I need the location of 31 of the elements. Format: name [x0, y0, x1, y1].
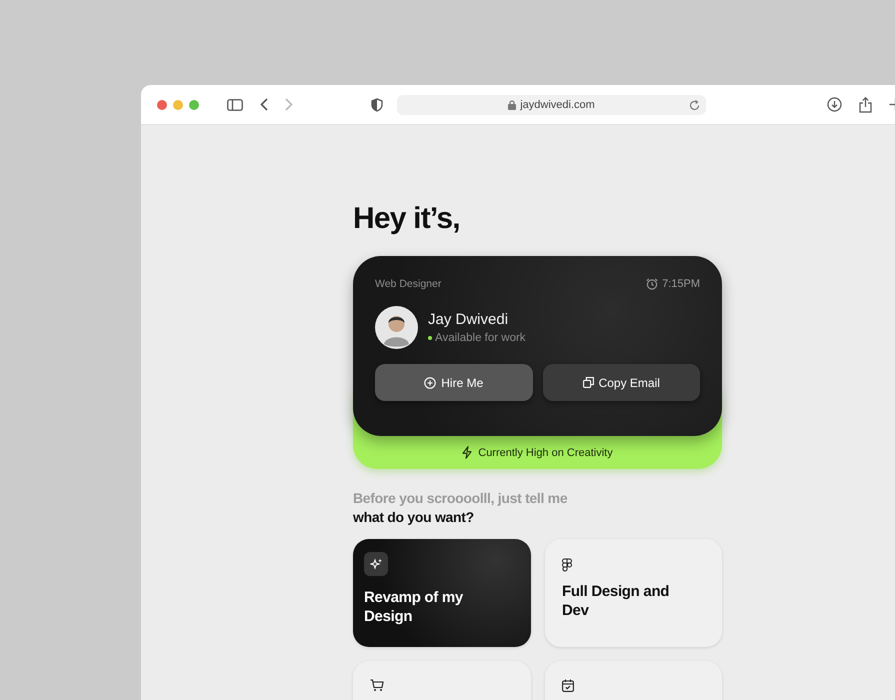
- status-text: Available for work: [435, 332, 526, 344]
- calendar-icon: [562, 679, 574, 692]
- reload-icon[interactable]: [689, 100, 700, 110]
- role-label: Web Designer: [375, 278, 442, 290]
- shield-icon[interactable]: [371, 98, 383, 112]
- lightning-icon: [462, 446, 472, 459]
- cart-icon: [370, 679, 384, 692]
- plus-circle-icon: [424, 376, 436, 388]
- profile-name: Jay Dwivedi: [428, 311, 510, 328]
- mood-text: Currently High on Creativity: [478, 447, 613, 459]
- option-card[interactable]: Revamp of my Design: [353, 539, 531, 647]
- alarm-clock-icon: [646, 278, 658, 290]
- copy-email-button[interactable]: Copy Email: [542, 364, 700, 401]
- download-icon[interactable]: [827, 97, 842, 112]
- lock-icon: [508, 100, 516, 110]
- copy-icon: [582, 377, 594, 388]
- question-prompt: what do you want?: [353, 508, 475, 527]
- sidebar-icon[interactable]: [227, 98, 243, 110]
- time-label: 7:15PM: [662, 278, 700, 290]
- share-icon[interactable]: [859, 96, 872, 112]
- page-heading: Hey it’s,: [353, 201, 461, 237]
- hire-button[interactable]: Hire Me: [375, 364, 532, 401]
- address-field[interactable]: jaydwivedi.com: [397, 94, 706, 114]
- close-button[interactable]: [157, 100, 167, 110]
- figma-icon: [562, 558, 572, 572]
- avatar-icon: [375, 306, 418, 349]
- option-card[interactable]: Full Design and Dev: [545, 539, 722, 647]
- zoom-button[interactable]: [189, 100, 199, 110]
- sparkle-icon: [370, 558, 382, 570]
- back-icon[interactable]: [260, 98, 268, 111]
- question-lead: Before you scroooolll, just tell me: [353, 489, 568, 508]
